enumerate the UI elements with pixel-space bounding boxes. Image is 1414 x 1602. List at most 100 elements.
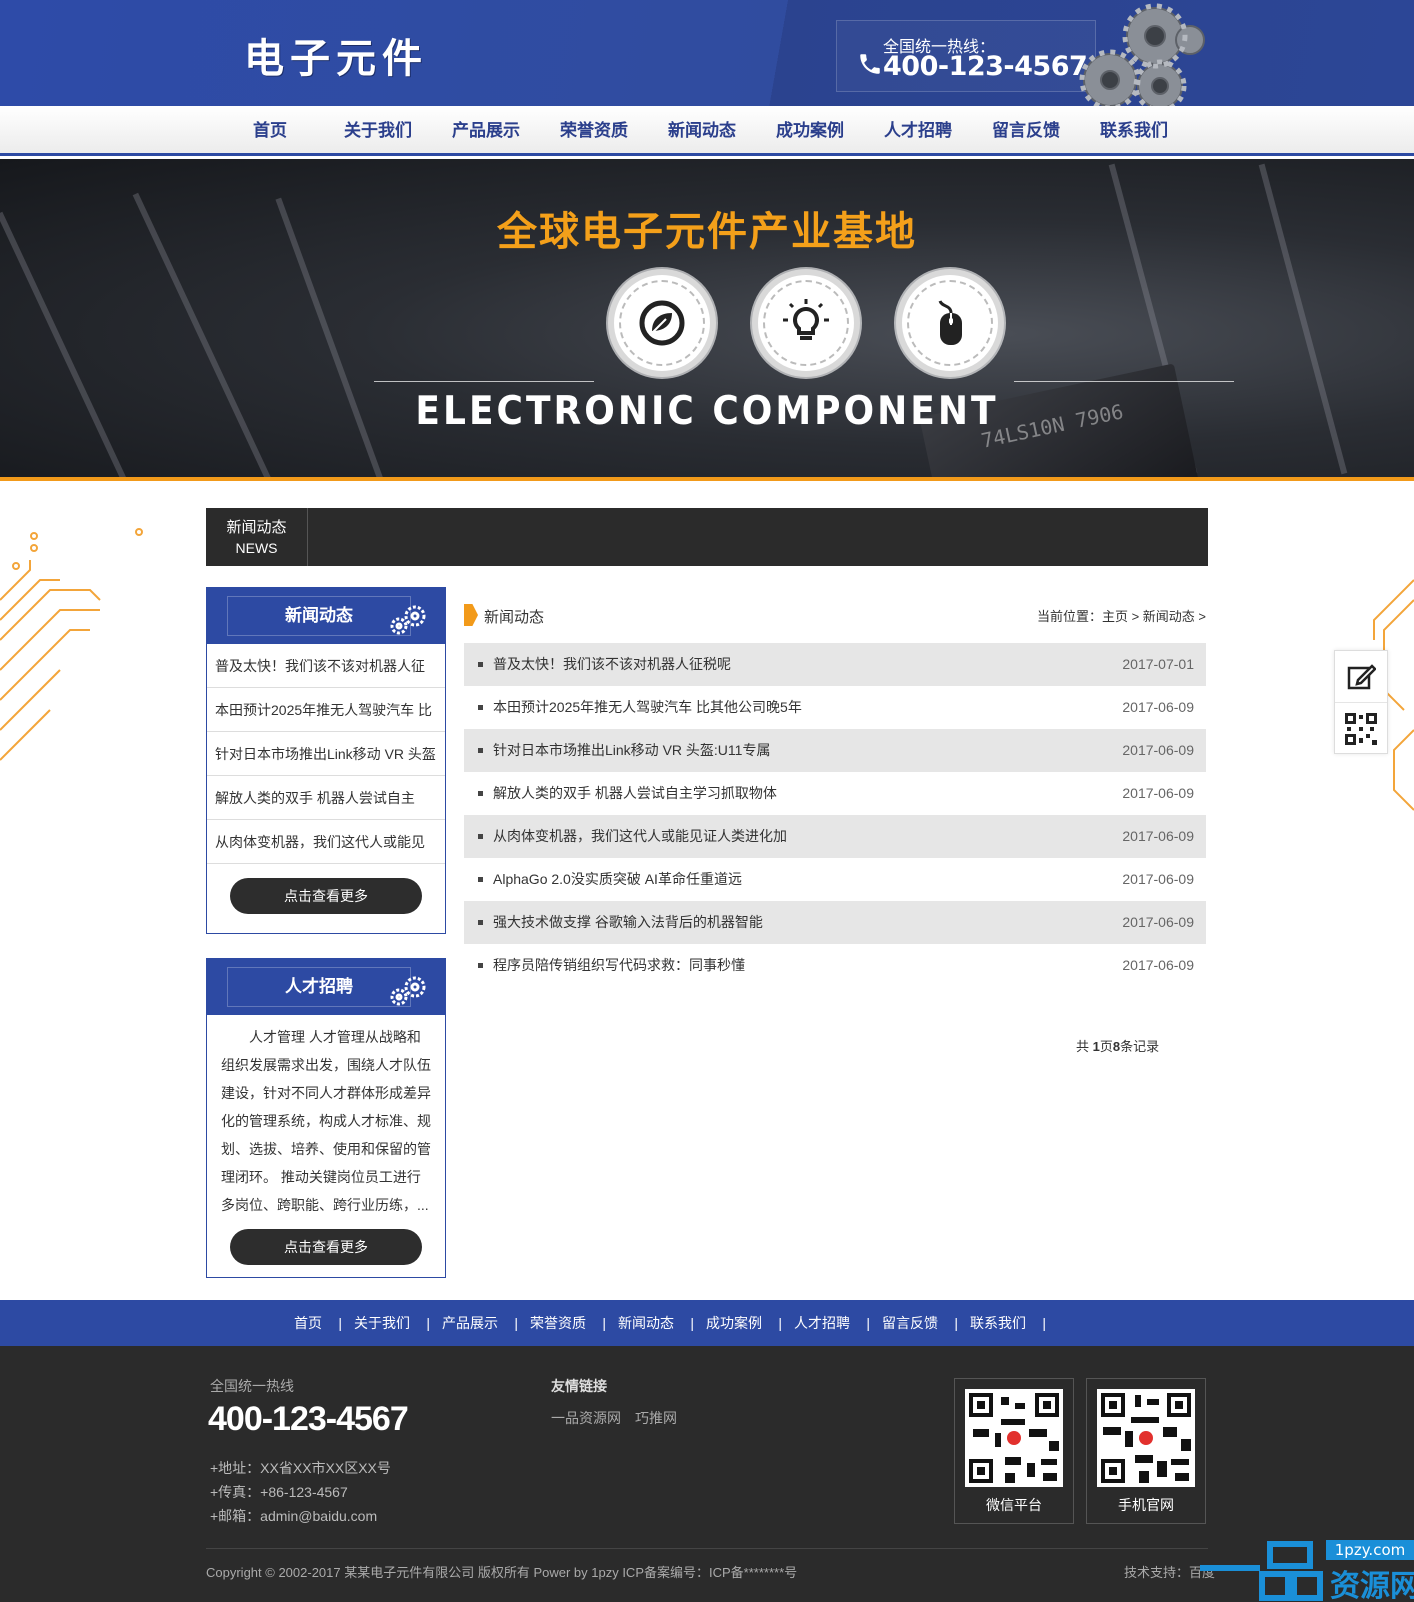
sidebar-news-item[interactable]: 普及太快！我们该不该对机器人征	[207, 644, 445, 688]
news-title[interactable]: 解放人类的双手 机器人尝试自主学习抓取物体	[493, 772, 777, 815]
qr-code-icon	[965, 1389, 1063, 1487]
footer-nav-label: 人才招聘	[794, 1315, 850, 1331]
watermark-domain: 1pzy.com	[1335, 1541, 1405, 1559]
news-row[interactable]: 普及太快！我们该不该对机器人征税呢 2017-07-01	[464, 643, 1206, 686]
footer-nav-separator: |	[1042, 1315, 1046, 1331]
qr-code-icon	[1345, 713, 1377, 745]
footer-nav-label: 新闻动态	[618, 1315, 674, 1331]
banner-subtitle: ELECTRONIC COMPONENT	[415, 388, 999, 435]
news-date: 2017-06-09	[1122, 957, 1194, 973]
floating-toolbar	[1334, 650, 1388, 754]
news-row[interactable]: 从肉体变机器，我们这代人或能见证人类进化加 2017-06-09	[464, 815, 1206, 858]
footer-nav-item-contact[interactable]: 联系我们 |	[958, 1300, 1046, 1346]
qr-wechat: 微信平台	[954, 1378, 1074, 1524]
sidebar-news-item[interactable]: 解放人类的双手 机器人尝试自主	[207, 776, 445, 820]
banner-title: 全球电子元件产业基地	[497, 208, 917, 255]
news-title[interactable]: 程序员陪传销组织写代码求救：同事秒懂	[493, 944, 745, 987]
news-title[interactable]: 普及太快！我们该不该对机器人征税呢	[493, 643, 731, 686]
news-title[interactable]: AlphaGo 2.0没实质突破 AI革命任重道远	[493, 858, 742, 901]
feedback-tool[interactable]	[1335, 651, 1387, 703]
footer-nav-label: 荣誉资质	[530, 1315, 586, 1331]
section-category[interactable]: 新闻动态 NEWS	[206, 508, 308, 566]
footer-nav-item-feedback[interactable]: 留言反馈 |	[870, 1300, 958, 1346]
news-row[interactable]: 解放人类的双手 机器人尝试自主学习抓取物体 2017-06-09	[464, 772, 1206, 815]
news-row[interactable]: AlphaGo 2.0没实质突破 AI革命任重道远 2017-06-09	[464, 858, 1206, 901]
bullet-icon	[478, 748, 483, 753]
circuit-decoration-left	[0, 528, 143, 761]
friend-link[interactable]: 一品资源网	[551, 1408, 621, 1428]
news-more-button[interactable]: 点击查看更多	[230, 878, 422, 914]
footer-nav-item-products[interactable]: 产品展示 |	[430, 1300, 518, 1346]
jobs-more-button[interactable]: 点击查看更多	[230, 1229, 422, 1265]
news-row[interactable]: 强大技术做支撑 谷歌输入法背后的机器智能 2017-06-09	[464, 901, 1206, 944]
section-category-en: NEWS	[235, 540, 278, 556]
nav-item-contact[interactable]: 联系我们	[1080, 106, 1188, 156]
qr-mobile-caption: 手机官网	[1118, 1497, 1174, 1513]
footer-email: +邮箱：admin@baidu.com	[210, 1508, 378, 1524]
title-line-left	[374, 381, 594, 382]
footer-nav-item-home[interactable]: 首页 |	[282, 1300, 342, 1346]
bullet-icon	[478, 877, 483, 882]
footer-nav-item-cases[interactable]: 成功案例 |	[694, 1300, 782, 1346]
nav-item-jobs[interactable]: 人才招聘	[864, 106, 972, 156]
nav-item-about[interactable]: 关于我们	[324, 106, 432, 156]
news-row[interactable]: 本田预计2025年推无人驾驶汽车 比其他公司晚5年 2017-06-09	[464, 686, 1206, 729]
news-date: 2017-06-09	[1122, 785, 1194, 801]
jobs-summary: 人才管理 人才管理从战略和组织发展需求出发，围绕人才队伍建设，针对不同人才群体形…	[221, 1029, 431, 1213]
sidebar-jobs-box: 人才招聘 人才管理 人才管理从战略和组织发展需求出发，围绕人才队伍建设，针对不同…	[206, 958, 446, 1278]
footer-nav-label: 关于我们	[354, 1315, 410, 1331]
nav-item-products[interactable]: 产品展示	[432, 106, 540, 156]
phone-icon	[860, 54, 880, 74]
friend-links: 一品资源网 巧推网	[551, 1408, 677, 1428]
main-nav: 首页 关于我们 产品展示 荣誉资质 新闻动态 成功案例 人才招聘 留言反馈 联系…	[0, 106, 1414, 156]
pager-suffix: 条记录	[1120, 1039, 1160, 1054]
footer-nav-item-about[interactable]: 关于我们 |	[342, 1300, 430, 1346]
sidebar-jobs-header: 人才招聘	[207, 959, 445, 1015]
site-logo[interactable]: 电子元件	[244, 26, 428, 84]
breadcrumb[interactable]: 当前位置：主页 > 新闻动态 >	[1037, 606, 1206, 625]
footer-nav-label: 首页	[294, 1315, 322, 1331]
mouse-icon	[938, 300, 962, 345]
nav-item-feedback[interactable]: 留言反馈	[972, 106, 1080, 156]
friend-link[interactable]: 巧推网	[635, 1408, 677, 1428]
footer-fax: +传真：+86-123-4567	[210, 1484, 348, 1500]
watermark-name: 资源网	[1330, 1569, 1414, 1602]
gears-icon	[1079, 3, 1205, 106]
nav-item-news[interactable]: 新闻动态	[648, 106, 756, 156]
footer-nav-item-news[interactable]: 新闻动态 |	[606, 1300, 694, 1346]
qr-tool[interactable]	[1335, 703, 1387, 755]
bullet-icon	[478, 791, 483, 796]
news-title[interactable]: 强大技术做支撑 谷歌输入法背后的机器智能	[493, 901, 763, 944]
edit-icon	[1347, 663, 1376, 689]
footer-nav-item-jobs[interactable]: 人才招聘 |	[782, 1300, 870, 1346]
sidebar-news-item[interactable]: 从肉体变机器，我们这代人或能见	[207, 820, 445, 864]
news-title[interactable]: 针对日本市场推出Link移动 VR 头盔:U11专属	[493, 729, 770, 772]
news-date: 2017-06-09	[1122, 699, 1194, 715]
copyright: Copyright © 2002-2017 某某电子元件有限公司 版权所有 Po…	[206, 1565, 798, 1580]
footer-nav-item-honors[interactable]: 荣誉资质 |	[518, 1300, 606, 1346]
footer-nav-label: 成功案例	[706, 1315, 762, 1331]
sidebar-news-box: 新闻动态 普及太快！我们该不该对机器人征 本田预计2025年推无人驾驶汽车 比 …	[206, 587, 446, 934]
sidebar-news-item[interactable]: 本田预计2025年推无人驾驶汽车 比	[207, 688, 445, 732]
hero-banner: 74LS10N 7906 全球电子元件产业基地 ELECTRONIC COMPO…	[0, 159, 1414, 477]
footer-contact-info: +地址：XX省XX市XX区XX号 +传真：+86-123-4567 +邮箱：ad…	[210, 1456, 391, 1528]
footer-nav-label: 联系我们	[970, 1315, 1026, 1331]
news-list: 普及太快！我们该不该对机器人征税呢 2017-07-01 本田预计2025年推无人…	[464, 643, 1206, 987]
news-title[interactable]: 从肉体变机器，我们这代人或能见证人类进化加	[493, 815, 787, 858]
banner-divider	[0, 477, 1414, 481]
nav-item-cases[interactable]: 成功案例	[756, 106, 864, 156]
banner-circle-mouse	[896, 269, 1004, 377]
section-bar: 新闻动态 NEWS	[206, 508, 1208, 566]
news-row[interactable]: 程序员陪传销组织写代码求救：同事秒懂 2017-06-09	[464, 944, 1206, 987]
section-category-cn: 新闻动态	[226, 519, 287, 536]
sidebar-news-item[interactable]: 针对日本市场推出Link移动 VR 头盔	[207, 732, 445, 776]
gears-icon	[390, 605, 426, 635]
friend-links-title: 友情链接	[551, 1378, 607, 1394]
news-title[interactable]: 本田预计2025年推无人驾驶汽车 比其他公司晚5年	[493, 686, 802, 729]
gears-icon	[390, 976, 426, 1006]
footer-nav-label: 留言反馈	[882, 1315, 938, 1331]
news-row[interactable]: 针对日本市场推出Link移动 VR 头盔:U11专属 2017-06-09	[464, 729, 1206, 772]
nav-item-home[interactable]: 首页	[216, 106, 324, 156]
footer-hotline-number: 400-123-4567	[208, 1400, 409, 1438]
nav-item-honors[interactable]: 荣誉资质	[540, 106, 648, 156]
